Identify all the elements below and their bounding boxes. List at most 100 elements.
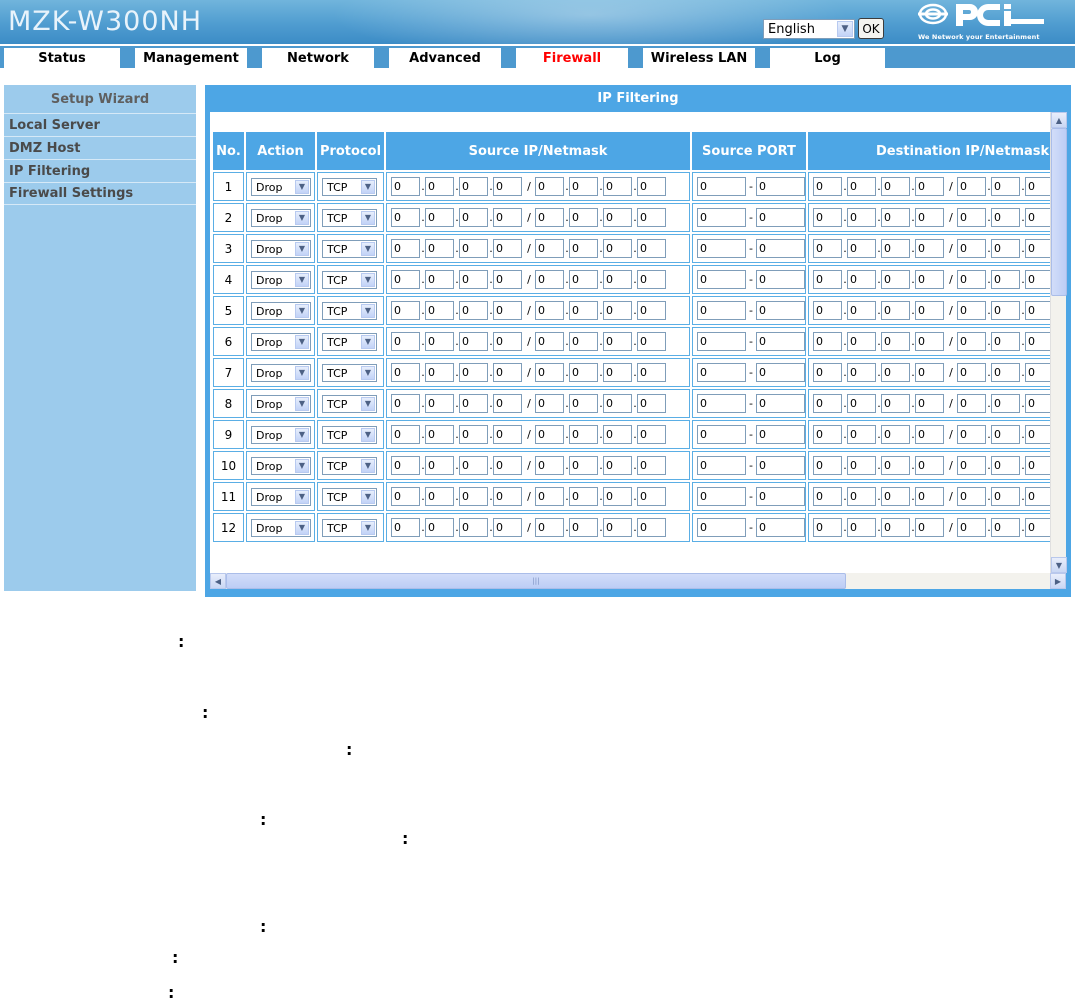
protocol-select[interactable]: TCP ▼ bbox=[322, 332, 377, 351]
destination-ip-octet-input[interactable]: 0 bbox=[915, 394, 944, 413]
source-port-start-input[interactable]: 0 bbox=[697, 425, 746, 444]
source-netmask-octet-input[interactable]: 0 bbox=[569, 363, 598, 382]
source-netmask-octet-input[interactable]: 0 bbox=[569, 425, 598, 444]
source-ip-octet-input[interactable]: 0 bbox=[391, 177, 420, 196]
destination-netmask-octet-input[interactable]: 0 bbox=[957, 394, 986, 413]
source-ip-octet-input[interactable]: 0 bbox=[493, 301, 522, 320]
source-netmask-octet-input[interactable]: 0 bbox=[603, 208, 632, 227]
destination-ip-octet-input[interactable]: 0 bbox=[813, 301, 842, 320]
destination-ip-octet-input[interactable]: 0 bbox=[915, 487, 944, 506]
chevron-down-icon[interactable]: ▼ bbox=[295, 458, 309, 473]
source-ip-octet-input[interactable]: 0 bbox=[391, 363, 420, 382]
tab-advanced[interactable]: Advanced bbox=[389, 48, 501, 68]
source-netmask-octet-input[interactable]: 0 bbox=[603, 270, 632, 289]
source-port-start-input[interactable]: 0 bbox=[697, 239, 746, 258]
source-ip-octet-input[interactable]: 0 bbox=[459, 177, 488, 196]
destination-netmask-octet-input[interactable]: 0 bbox=[991, 208, 1020, 227]
destination-ip-octet-input[interactable]: 0 bbox=[847, 208, 876, 227]
source-netmask-octet-input[interactable]: 0 bbox=[569, 487, 598, 506]
source-ip-octet-input[interactable]: 0 bbox=[493, 177, 522, 196]
destination-netmask-octet-input[interactable]: 0 bbox=[991, 456, 1020, 475]
source-port-end-input[interactable]: 0 bbox=[756, 239, 805, 258]
source-port-end-input[interactable]: 0 bbox=[756, 363, 805, 382]
ok-button[interactable]: OK bbox=[858, 18, 884, 39]
destination-ip-octet-input[interactable]: 0 bbox=[881, 456, 910, 475]
chevron-down-icon[interactable]: ▼ bbox=[295, 396, 309, 411]
source-netmask-octet-input[interactable]: 0 bbox=[603, 425, 632, 444]
destination-netmask-octet-input[interactable]: 0 bbox=[1025, 518, 1050, 537]
source-ip-octet-input[interactable]: 0 bbox=[425, 239, 454, 258]
destination-netmask-octet-input[interactable]: 0 bbox=[991, 177, 1020, 196]
source-ip-octet-input[interactable]: 0 bbox=[493, 518, 522, 537]
destination-ip-octet-input[interactable]: 0 bbox=[915, 425, 944, 444]
source-ip-octet-input[interactable]: 0 bbox=[425, 518, 454, 537]
destination-netmask-octet-input[interactable]: 0 bbox=[957, 301, 986, 320]
source-netmask-octet-input[interactable]: 0 bbox=[637, 456, 666, 475]
arrow-right-icon[interactable]: ▶ bbox=[1050, 573, 1066, 589]
source-port-end-input[interactable]: 0 bbox=[756, 394, 805, 413]
source-netmask-octet-input[interactable]: 0 bbox=[569, 270, 598, 289]
source-ip-octet-input[interactable]: 0 bbox=[425, 456, 454, 475]
chevron-down-icon[interactable]: ▼ bbox=[361, 179, 375, 194]
destination-ip-octet-input[interactable]: 0 bbox=[881, 518, 910, 537]
source-netmask-octet-input[interactable]: 0 bbox=[637, 301, 666, 320]
source-port-end-input[interactable]: 0 bbox=[756, 177, 805, 196]
destination-ip-octet-input[interactable]: 0 bbox=[881, 332, 910, 351]
destination-ip-octet-input[interactable]: 0 bbox=[881, 270, 910, 289]
destination-netmask-octet-input[interactable]: 0 bbox=[1025, 456, 1050, 475]
chevron-down-icon[interactable]: ▼ bbox=[361, 241, 375, 256]
source-ip-octet-input[interactable]: 0 bbox=[459, 332, 488, 351]
destination-netmask-octet-input[interactable]: 0 bbox=[957, 177, 986, 196]
sidebar-item-ip-filtering[interactable]: IP Filtering bbox=[4, 159, 196, 182]
source-port-start-input[interactable]: 0 bbox=[697, 301, 746, 320]
source-netmask-octet-input[interactable]: 0 bbox=[603, 301, 632, 320]
action-select[interactable]: Drop ▼ bbox=[251, 177, 311, 196]
chevron-down-icon[interactable]: ▼ bbox=[361, 303, 375, 318]
protocol-select[interactable]: TCP ▼ bbox=[322, 425, 377, 444]
source-ip-octet-input[interactable]: 0 bbox=[459, 518, 488, 537]
destination-ip-octet-input[interactable]: 0 bbox=[915, 363, 944, 382]
destination-netmask-octet-input[interactable]: 0 bbox=[957, 270, 986, 289]
source-port-start-input[interactable]: 0 bbox=[697, 177, 746, 196]
chevron-down-icon[interactable]: ▼ bbox=[295, 303, 309, 318]
chevron-down-icon[interactable]: ▼ bbox=[295, 179, 309, 194]
destination-netmask-octet-input[interactable]: 0 bbox=[991, 518, 1020, 537]
destination-ip-octet-input[interactable]: 0 bbox=[881, 208, 910, 227]
source-port-start-input[interactable]: 0 bbox=[697, 487, 746, 506]
source-port-end-input[interactable]: 0 bbox=[756, 208, 805, 227]
source-ip-octet-input[interactable]: 0 bbox=[425, 363, 454, 382]
source-ip-octet-input[interactable]: 0 bbox=[425, 487, 454, 506]
destination-ip-octet-input[interactable]: 0 bbox=[813, 239, 842, 258]
action-select[interactable]: Drop ▼ bbox=[251, 208, 311, 227]
destination-netmask-octet-input[interactable]: 0 bbox=[991, 487, 1020, 506]
destination-ip-octet-input[interactable]: 0 bbox=[847, 394, 876, 413]
source-ip-octet-input[interactable]: 0 bbox=[391, 208, 420, 227]
source-netmask-octet-input[interactable]: 0 bbox=[637, 518, 666, 537]
destination-ip-octet-input[interactable]: 0 bbox=[881, 487, 910, 506]
destination-netmask-octet-input[interactable]: 0 bbox=[991, 332, 1020, 351]
destination-ip-octet-input[interactable]: 0 bbox=[915, 301, 944, 320]
source-netmask-octet-input[interactable]: 0 bbox=[569, 456, 598, 475]
arrow-down-icon[interactable]: ▼ bbox=[1051, 557, 1067, 573]
destination-ip-octet-input[interactable]: 0 bbox=[847, 239, 876, 258]
source-netmask-octet-input[interactable]: 0 bbox=[637, 332, 666, 351]
source-ip-octet-input[interactable]: 0 bbox=[493, 270, 522, 289]
source-ip-octet-input[interactable]: 0 bbox=[459, 301, 488, 320]
source-ip-octet-input[interactable]: 0 bbox=[425, 394, 454, 413]
source-ip-octet-input[interactable]: 0 bbox=[425, 301, 454, 320]
chevron-down-icon[interactable]: ▼ bbox=[361, 396, 375, 411]
source-port-end-input[interactable]: 0 bbox=[756, 301, 805, 320]
source-netmask-octet-input[interactable]: 0 bbox=[535, 456, 564, 475]
source-port-start-input[interactable]: 0 bbox=[697, 518, 746, 537]
source-ip-octet-input[interactable]: 0 bbox=[459, 425, 488, 444]
source-ip-octet-input[interactable]: 0 bbox=[425, 270, 454, 289]
sidebar-setup-wizard[interactable]: Setup Wizard bbox=[4, 85, 196, 113]
chevron-down-icon[interactable]: ▼ bbox=[361, 427, 375, 442]
destination-ip-octet-input[interactable]: 0 bbox=[847, 487, 876, 506]
destination-ip-octet-input[interactable]: 0 bbox=[813, 394, 842, 413]
protocol-select[interactable]: TCP ▼ bbox=[322, 363, 377, 382]
source-port-end-input[interactable]: 0 bbox=[756, 487, 805, 506]
chevron-down-icon[interactable]: ▼ bbox=[361, 520, 375, 535]
destination-ip-octet-input[interactable]: 0 bbox=[813, 518, 842, 537]
source-netmask-octet-input[interactable]: 0 bbox=[603, 239, 632, 258]
